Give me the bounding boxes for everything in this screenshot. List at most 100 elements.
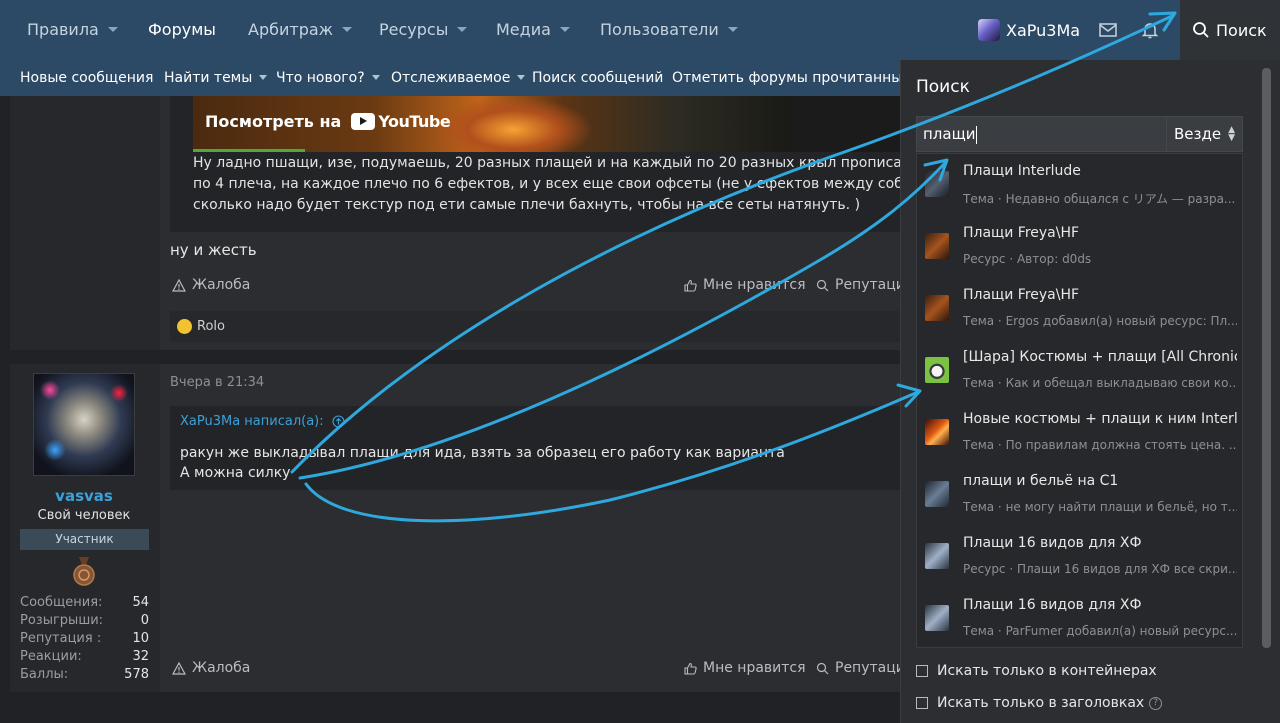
- reputation-button[interactable]: Репутаци: [816, 660, 905, 676]
- bell-icon[interactable]: [1140, 20, 1160, 40]
- result-snippet: Тема · ParFumer добавил(а) новый ресурс.…: [963, 624, 1237, 638]
- chevron-down-icon[interactable]: [517, 74, 526, 80]
- nav-rules[interactable]: Правила: [27, 0, 118, 60]
- subnav-whats-new[interactable]: Что нового?: [276, 60, 380, 96]
- result-thumbnail: [925, 419, 949, 445]
- chevron-updown-icon: ▲ ▼: [1228, 125, 1235, 143]
- result-snippet: Тема · Как и обещал выкладываю свои ко..…: [963, 376, 1237, 390]
- result-title[interactable]: Плащи Freya\HF: [963, 225, 1237, 241]
- user-menu[interactable]: XaPu3Ma: [978, 18, 1080, 42]
- arrow-up-circle-icon[interactable]: [332, 415, 345, 428]
- chevron-down-icon[interactable]: [457, 27, 468, 32]
- like-button[interactable]: Мне нравится: [684, 277, 806, 293]
- avatar-glow: [44, 439, 66, 461]
- search-result[interactable]: Плащи 16 видов для ХФ Ресурс · Плащи 16 …: [917, 526, 1242, 588]
- nav-media[interactable]: Медиа: [496, 0, 570, 60]
- subnav-watched[interactable]: Отслеживаемое: [391, 60, 526, 96]
- stat-label: Реакции:: [20, 649, 82, 664]
- search-results-list: Плащи Interlude Тема · Недавно общался с…: [916, 153, 1243, 648]
- result-title[interactable]: плащи и бельё на С1: [963, 473, 1237, 489]
- subnav-mark-read[interactable]: Отметить форумы прочитанными: [672, 60, 900, 96]
- chevron-down-icon[interactable]: [559, 27, 570, 32]
- nav-users[interactable]: Пользователи: [600, 0, 738, 60]
- nav-arbitration[interactable]: Арбитраж: [248, 0, 353, 60]
- search-button[interactable]: Поиск: [1180, 0, 1280, 60]
- nav-forums[interactable]: Форумы: [148, 0, 216, 60]
- quote-line: А можна силку: [180, 465, 291, 481]
- subnav-search-posts[interactable]: Поиск сообщений: [532, 60, 663, 96]
- text-cursor: [976, 125, 978, 144]
- search-titles-checkbox[interactable]: Искать только в заголовках ?: [916, 695, 1163, 711]
- post-date[interactable]: Вчера в 21:34: [170, 375, 264, 390]
- chevron-down-icon[interactable]: [107, 27, 118, 32]
- checkbox-icon[interactable]: [916, 665, 928, 677]
- result-title[interactable]: Плащи 16 видов для ХФ: [963, 597, 1237, 613]
- chevron-down-icon[interactable]: [259, 74, 268, 80]
- avatar-glow: [40, 380, 60, 400]
- video-thumbnail: [433, 96, 593, 152]
- scrollbar[interactable]: [1262, 68, 1271, 648]
- search-input[interactable]: плащи: [916, 116, 1166, 152]
- search-scope-select[interactable]: Везде ▲ ▼: [1166, 116, 1243, 152]
- chevron-down-icon[interactable]: [727, 27, 738, 32]
- like-button[interactable]: Мне нравится: [684, 660, 806, 676]
- search-result[interactable]: Плащи Freya\HF Ресурс · Автор: d0ds: [917, 216, 1242, 278]
- report-button[interactable]: Жалоба: [172, 660, 250, 676]
- checkbox-label: Искать только в контейнерах: [937, 663, 1157, 679]
- search-dropdown: Поиск плащи Везде ▲ ▼ Плащи Interlude Тем…: [900, 60, 1280, 723]
- nav-arbitration-label: Арбитраж: [248, 20, 334, 39]
- stat-row: Баллы: 578: [20, 666, 149, 684]
- search-result[interactable]: Плащи Interlude Тема · Недавно общался с…: [917, 154, 1242, 216]
- result-snippet: Тема · не могу найти плащи и бельё, но т…: [963, 500, 1237, 514]
- medal-icon[interactable]: [72, 557, 96, 587]
- nav-resources[interactable]: Ресурсы: [379, 0, 468, 60]
- video-progress-bar: [193, 149, 305, 152]
- quote-author[interactable]: XaPu3Ma написал(а):: [180, 414, 345, 429]
- subnav-search-posts-label: Поиск сообщений: [532, 70, 664, 86]
- post-user-column: [10, 96, 160, 350]
- thumbs-up-icon: [684, 279, 697, 292]
- reaction-user[interactable]: Rolo: [197, 319, 225, 334]
- result-snippet: Ресурс · Автор: d0ds: [963, 252, 1092, 266]
- chevron-down-icon[interactable]: [342, 27, 353, 32]
- result-title[interactable]: [Шара] Костюмы + плащи [All Chronicle]: [963, 349, 1237, 365]
- result-snippet: Тема · Недавно общался с リアム — разра...: [963, 192, 1236, 206]
- stat-row: Репутация : 10: [20, 630, 149, 648]
- post-username[interactable]: vasvas: [20, 487, 148, 505]
- subnav-new-posts[interactable]: Новые сообщения: [20, 60, 153, 96]
- envelope-icon[interactable]: [1098, 20, 1118, 40]
- result-title[interactable]: Новые костюмы + плащи к ним Interlu...: [963, 411, 1237, 427]
- search-result[interactable]: [Шара] Костюмы + плащи [All Chronicle] Т…: [917, 340, 1242, 402]
- reactions-bar[interactable]: Rolo: [170, 311, 900, 342]
- subnav-find-threads[interactable]: Найти темы: [164, 60, 268, 96]
- result-title[interactable]: Плащи Freya\HF: [963, 287, 1237, 303]
- search-icon: [816, 279, 829, 291]
- search-result[interactable]: плащи и бельё на С1 Тема · не могу найти…: [917, 464, 1242, 526]
- subnav-new-posts-label: Новые сообщения: [20, 70, 154, 86]
- chevron-down-icon[interactable]: [371, 74, 380, 80]
- watch-on-label: Посмотреть на: [205, 112, 342, 131]
- subnav-mark-read-label: Отметить форумы прочитанными: [672, 70, 900, 86]
- search-result[interactable]: Плащи 16 видов для ХФ Тема · ParFumer до…: [917, 588, 1242, 647]
- watch-on-youtube[interactable]: Посмотреть на YouTube: [205, 112, 451, 131]
- reputation-button[interactable]: Репутаци: [816, 277, 905, 293]
- result-title[interactable]: Плащи Interlude: [963, 163, 1237, 179]
- reputation-label: Репутаци: [835, 660, 905, 676]
- search-result[interactable]: Новые костюмы + плащи к ним Interlu... Т…: [917, 402, 1242, 464]
- search-scope-value: Везде: [1174, 125, 1222, 143]
- search-result[interactable]: Плащи Freya\HF Тема · Ergos добавил(а) н…: [917, 278, 1242, 340]
- checkbox-icon[interactable]: [916, 697, 928, 709]
- quote-line: ракун же выкладывал плащи для ида, взять…: [180, 445, 785, 461]
- youtube-embed[interactable]: Посмотреть на YouTube: [193, 96, 791, 152]
- report-button[interactable]: Жалоба: [172, 277, 250, 293]
- stat-label: Баллы:: [20, 667, 69, 682]
- avatar[interactable]: [33, 373, 135, 476]
- search-containers-checkbox[interactable]: Искать только в контейнерах: [916, 663, 1157, 679]
- stat-value: 32: [132, 649, 149, 664]
- help-icon[interactable]: ?: [1149, 696, 1163, 710]
- result-thumbnail: [925, 233, 949, 259]
- search-icon: [816, 662, 829, 674]
- checkbox-label: Искать только в заголовках: [937, 695, 1145, 711]
- result-title[interactable]: Плащи 16 видов для ХФ: [963, 535, 1237, 551]
- nav-users-label: Пользователи: [600, 20, 719, 39]
